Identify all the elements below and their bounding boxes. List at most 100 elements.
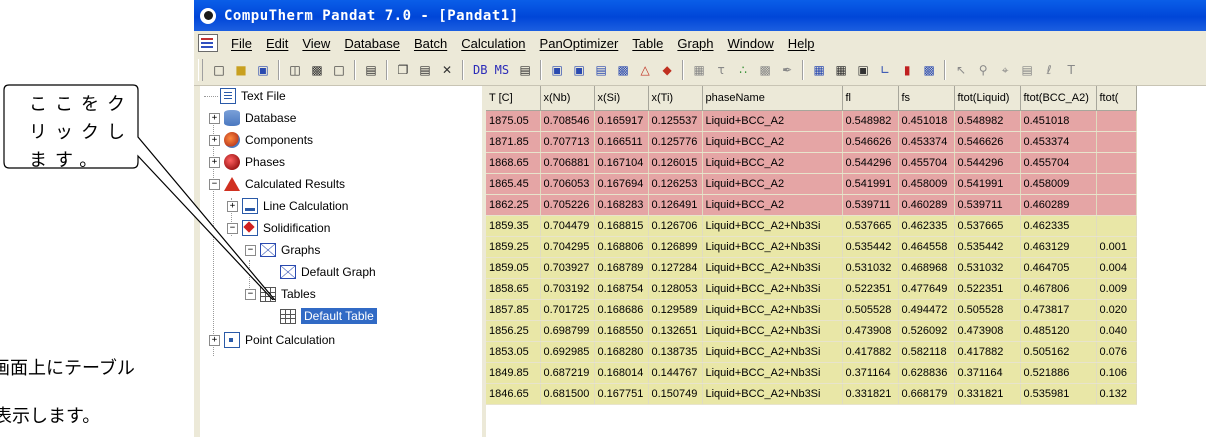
table-cell[interactable]: 0.473908 — [954, 320, 1021, 342]
table-cell[interactable]: Liquid+BCC_A2+Nb3Si — [702, 299, 843, 321]
tie-line-icon[interactable]: τ — [713, 62, 729, 78]
table-row[interactable]: 1875.05 0.708546 0.165917 0.125537 Liquid+BC… — [486, 110, 1137, 132]
print-preview-icon[interactable]: ◫ — [287, 62, 303, 78]
table-cell[interactable]: 0.467806 — [1020, 278, 1097, 300]
table-cell[interactable]: 1859.35 — [486, 215, 541, 237]
copy-icon[interactable]: ❐ — [395, 62, 411, 78]
menu-panoptimizer[interactable]: PanOptimizer — [533, 36, 626, 51]
table-cell[interactable]: 1856.25 — [486, 320, 541, 342]
table-cell[interactable]: 0.168789 — [594, 257, 649, 279]
table-cell[interactable]: 0.535442 — [954, 236, 1021, 258]
tree-item-default-table[interactable]: Default Table — [280, 306, 377, 326]
print-setup-icon[interactable]: ▩ — [309, 62, 325, 78]
table-cell[interactable] — [1096, 194, 1137, 216]
table-cell[interactable]: Liquid+BCC_A2+Nb3Si — [702, 215, 843, 237]
document-menu-icon[interactable] — [198, 34, 218, 52]
menu-view[interactable]: View — [295, 36, 337, 51]
table-cell[interactable]: 0.168754 — [594, 278, 649, 300]
column-header[interactable]: T [C] — [486, 86, 541, 111]
table-cell[interactable] — [1096, 110, 1137, 132]
column-header[interactable]: phaseName — [702, 86, 843, 111]
table-cell[interactable]: 0.473817 — [1020, 299, 1097, 321]
table-cell[interactable]: 0.698799 — [540, 320, 595, 342]
table-cell[interactable]: 0.371164 — [842, 362, 899, 384]
batch-file-icon[interactable]: ▤ — [517, 62, 533, 78]
tree-item-solidification[interactable]: − Solidification — [227, 218, 330, 238]
table-cell[interactable]: 0.706881 — [540, 152, 595, 174]
menu-edit[interactable]: Edit — [259, 36, 295, 51]
table-cell[interactable]: 0.129589 — [648, 299, 703, 321]
table-cell[interactable]: 0.127284 — [648, 257, 703, 279]
table-cell[interactable]: 0.167104 — [594, 152, 649, 174]
table-cell[interactable]: 0.707713 — [540, 131, 595, 153]
table-cell[interactable]: 0.168280 — [594, 341, 649, 363]
collapse-icon[interactable]: − — [245, 244, 256, 256]
table-cell[interactable]: Liquid+BCC_A2+Nb3Si — [702, 341, 843, 363]
table-cell[interactable]: 0.168806 — [594, 236, 649, 258]
menu-calculation[interactable]: Calculation — [454, 36, 532, 51]
table-cell[interactable]: 0.535981 — [1020, 383, 1097, 405]
table-cell[interactable]: 0.668179 — [898, 383, 955, 405]
table-cell[interactable] — [1096, 215, 1137, 237]
zoom-icon[interactable]: ⚲ — [975, 62, 991, 78]
table-cell[interactable]: 0.463129 — [1020, 236, 1097, 258]
table-cell[interactable]: 0.531032 — [842, 257, 899, 279]
table-cell[interactable]: 0.417882 — [842, 341, 899, 363]
table-cell[interactable]: 0.505162 — [1020, 341, 1097, 363]
table-cell[interactable]: 0.705226 — [540, 194, 595, 216]
table-cell[interactable]: 0.464558 — [898, 236, 955, 258]
menu-help[interactable]: Help — [781, 36, 822, 51]
table-cell[interactable]: 0.126899 — [648, 236, 703, 258]
table-cell[interactable]: 0.165917 — [594, 110, 649, 132]
menu-database[interactable]: Database — [337, 36, 407, 51]
table-cell[interactable]: 0.331821 — [842, 383, 899, 405]
section-calc-icon[interactable]: ▤ — [593, 62, 609, 78]
table-cell[interactable]: 0.531032 — [954, 257, 1021, 279]
open-folder-icon[interactable]: ■ — [233, 62, 249, 78]
collapse-icon[interactable]: − — [209, 178, 220, 190]
table-cell[interactable]: 0.541991 — [842, 173, 899, 195]
crosshair-icon[interactable]: ⌖ — [997, 62, 1013, 78]
table-cell[interactable]: 0.125776 — [648, 131, 703, 153]
table-cell[interactable]: 1875.05 — [486, 110, 541, 132]
table-cell[interactable]: 0.126491 — [648, 194, 703, 216]
table-cell[interactable]: 0.526092 — [898, 320, 955, 342]
collapse-icon[interactable]: − — [227, 222, 238, 234]
column-header[interactable]: x(Si) — [594, 86, 649, 111]
table-row[interactable]: 1846.65 0.681500 0.167751 0.150749 Liquid+BC… — [486, 383, 1137, 405]
table-cell[interactable]: 0.704479 — [540, 215, 595, 237]
table-cell[interactable]: 0.168283 — [594, 194, 649, 216]
grid-icon[interactable]: ▦ — [691, 62, 707, 78]
table-cell[interactable]: 0.485120 — [1020, 320, 1097, 342]
column-header[interactable]: fs — [898, 86, 955, 111]
table-cell[interactable]: Liquid+BCC_A2 — [702, 194, 843, 216]
table-cell[interactable]: 0.076 — [1096, 341, 1137, 363]
table-cell[interactable]: 1846.65 — [486, 383, 541, 405]
table-cell[interactable]: 0.462335 — [898, 215, 955, 237]
table-cell[interactable]: 0.708546 — [540, 110, 595, 132]
menu-graph[interactable]: Graph — [670, 36, 720, 51]
table-cell[interactable]: 0.521886 — [1020, 362, 1097, 384]
table-row[interactable]: 1857.85 0.701725 0.168686 0.129589 Liquid+BC… — [486, 299, 1137, 321]
table-cell[interactable]: 0.167751 — [594, 383, 649, 405]
table-cell[interactable]: 0.548982 — [842, 110, 899, 132]
table-cell[interactable]: 0.706053 — [540, 173, 595, 195]
table-cell[interactable]: 0.451018 — [898, 110, 955, 132]
table-cell[interactable]: 0.128053 — [648, 278, 703, 300]
table-cell[interactable]: Liquid+BCC_A2+Nb3Si — [702, 383, 843, 405]
table-cell[interactable]: 0.464705 — [1020, 257, 1097, 279]
column-header[interactable]: ftot( — [1096, 86, 1137, 111]
table-cell[interactable]: 0.417882 — [954, 341, 1021, 363]
table-cell[interactable]: 0.168815 — [594, 215, 649, 237]
table-cell[interactable]: 0.040 — [1096, 320, 1137, 342]
table-cell[interactable]: 0.703192 — [540, 278, 595, 300]
tree-item-graphs[interactable]: − Graphs — [245, 240, 320, 260]
text-icon[interactable]: T — [1063, 62, 1079, 78]
table-cell[interactable]: Liquid+BCC_A2+Nb3Si — [702, 278, 843, 300]
table-cell[interactable]: 0.537665 — [954, 215, 1021, 237]
table-cell[interactable]: 0.455704 — [1020, 152, 1097, 174]
table-row[interactable]: 1865.45 0.706053 0.167694 0.126253 Liquid+BC… — [486, 173, 1137, 195]
tree-item-text-file[interactable]: Text File — [200, 86, 286, 106]
table-cell[interactable]: 0.494472 — [898, 299, 955, 321]
table-row[interactable]: 1859.05 0.703927 0.168789 0.127284 Liquid+BC… — [486, 257, 1137, 279]
